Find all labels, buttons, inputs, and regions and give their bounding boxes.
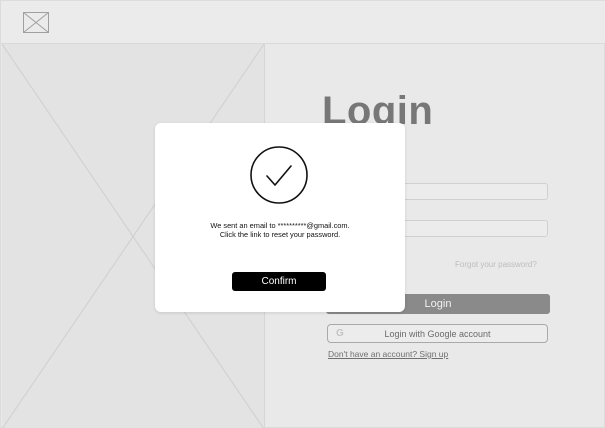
google-icon: G xyxy=(336,328,344,339)
confirm-button[interactable]: Confirm xyxy=(232,272,326,291)
top-bar xyxy=(1,1,605,44)
google-login-button[interactable]: G Login with Google account xyxy=(327,324,548,343)
modal-message: We sent an email to **********@gmail.com… xyxy=(210,221,350,239)
check-circle-icon xyxy=(250,146,308,204)
forgot-password-link[interactable]: Forgot your password? xyxy=(455,260,537,269)
signup-link[interactable]: Don't have an account? Sign up xyxy=(328,349,448,359)
login-page: Login Forgot your password? Login G Logi… xyxy=(0,0,605,428)
google-login-label: Login with Google account xyxy=(384,328,491,339)
email-sent-modal: We sent an email to **********@gmail.com… xyxy=(155,123,405,312)
logo-placeholder-icon xyxy=(23,12,49,33)
